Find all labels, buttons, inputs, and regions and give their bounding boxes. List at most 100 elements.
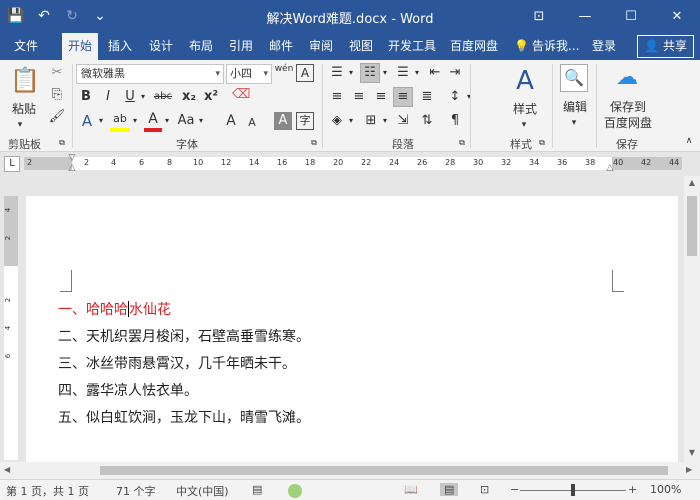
chevron-down-icon[interactable]: ▾ xyxy=(130,112,140,130)
maximize-button[interactable]: ☐ xyxy=(608,0,654,33)
horizontal-scrollbar[interactable]: ◀ ▶ xyxy=(0,462,700,479)
styles-icon[interactable]: A xyxy=(510,66,540,96)
font-name-select[interactable]: 微软雅黑 ▾ xyxy=(76,64,224,84)
format-painter-icon[interactable]: 🖌 xyxy=(48,108,66,126)
hanging-indent-marker[interactable]: △ xyxy=(67,163,77,173)
print-layout-icon[interactable]: ▤ xyxy=(440,483,459,496)
zoom-slider-thumb[interactable] xyxy=(571,484,575,496)
chevron-down-icon[interactable]: ▾ xyxy=(346,112,356,130)
line-spacing-icon[interactable]: ↕ xyxy=(446,88,464,106)
zoom-level[interactable]: 100% xyxy=(650,483,681,496)
phonetic-guide-icon[interactable]: wén xyxy=(274,64,294,74)
chevron-down-icon[interactable]: ▾ xyxy=(380,112,390,130)
tab-review[interactable]: 审阅 xyxy=(303,33,339,60)
styles-launcher-icon[interactable]: ⧉ xyxy=(536,134,548,152)
text-effects-button[interactable]: A xyxy=(78,112,96,130)
paste-dropdown-icon[interactable]: ▾ xyxy=(12,116,28,134)
superscript-button[interactable]: x² xyxy=(202,88,220,106)
page-count[interactable]: 第 1 页，共 1 页 xyxy=(6,483,89,499)
tab-home[interactable]: 开始 xyxy=(62,33,99,60)
chevron-down-icon[interactable]: ▾ xyxy=(138,88,148,106)
tab-insert[interactable]: 插入 xyxy=(102,33,138,60)
vertical-scrollbar[interactable]: ▲ ▼ xyxy=(684,176,700,462)
chevron-down-icon[interactable]: ▾ xyxy=(196,112,206,130)
tab-baidu-netdisk[interactable]: 百度网盘 xyxy=(444,33,504,60)
baidu-netdisk-icon[interactable]: ☁ xyxy=(612,64,642,92)
chevron-down-icon[interactable]: ▾ xyxy=(96,112,106,130)
decrease-indent-icon[interactable]: ⇤ xyxy=(426,64,444,82)
tell-me-box[interactable]: 告诉我... xyxy=(532,33,579,60)
paste-icon[interactable]: 📋 xyxy=(10,66,40,94)
web-layout-icon[interactable]: ⊡ xyxy=(480,483,489,496)
chevron-down-icon[interactable]: ▾ xyxy=(412,64,422,82)
paragraph-launcher-icon[interactable]: ⧉ xyxy=(456,134,468,152)
chevron-down-icon[interactable]: ▾ xyxy=(464,88,474,106)
borders-icon[interactable]: ⊞ xyxy=(362,112,380,130)
save-to-label-line2[interactable]: 百度网盘 xyxy=(600,114,656,131)
tab-selector-icon[interactable]: L xyxy=(4,156,20,172)
font-launcher-icon[interactable]: ⧉ xyxy=(308,134,320,152)
copy-icon[interactable]: ⎘ xyxy=(48,86,66,104)
subscript-button[interactable]: x₂ xyxy=(180,88,198,106)
paste-button[interactable]: 粘贴 xyxy=(8,100,40,117)
chevron-down-icon[interactable]: ▾ xyxy=(516,116,532,134)
shrink-font-button[interactable]: A xyxy=(244,114,260,132)
tab-file[interactable]: 文件 xyxy=(8,33,44,60)
document-line-1[interactable]: 一、哈哈哈水仙花 xyxy=(58,299,171,319)
clipboard-launcher-icon[interactable]: ⧉ xyxy=(56,134,68,152)
clear-formatting-icon[interactable]: ⌫ xyxy=(232,86,250,104)
tab-view[interactable]: 视图 xyxy=(343,33,379,60)
ribbon-display-options-button[interactable]: ⊡ xyxy=(516,0,562,33)
vertical-scroll-thumb[interactable] xyxy=(687,196,697,256)
minimize-button[interactable]: — xyxy=(562,0,608,33)
font-color-button[interactable]: A xyxy=(144,110,162,132)
align-left-icon[interactable]: ≡ xyxy=(328,88,346,106)
close-button[interactable]: ✕ xyxy=(654,0,700,33)
chevron-down-icon[interactable]: ▾ xyxy=(346,64,356,82)
font-size-select[interactable]: 小四 ▾ xyxy=(226,64,272,84)
grow-font-button[interactable]: A xyxy=(222,112,240,130)
character-border-icon[interactable]: A xyxy=(296,64,314,82)
cut-icon[interactable]: ✂ xyxy=(48,64,66,82)
right-indent-marker[interactable]: △ xyxy=(605,163,615,173)
search-icon[interactable]: 🔍 xyxy=(560,64,588,92)
ruler-track[interactable] xyxy=(24,157,682,170)
horizontal-scroll-thumb[interactable] xyxy=(100,466,668,475)
show-marks-icon[interactable]: ¶ xyxy=(446,112,464,130)
scroll-right-icon[interactable]: ▶ xyxy=(686,465,692,474)
read-mode-icon[interactable]: 📖 xyxy=(404,483,418,496)
first-line-indent-marker[interactable]: ▽ xyxy=(67,153,77,163)
bold-button[interactable]: B xyxy=(78,88,94,106)
document-page[interactable]: 一、哈哈哈水仙花 二、天机织罢月梭闲，石壁高垂雪练寒。 三、冰丝带雨悬霄汉，几千… xyxy=(26,196,678,462)
document-line-4[interactable]: 四、露华凉人怯衣单。 xyxy=(58,380,198,400)
shading-icon[interactable]: ◈ xyxy=(328,112,346,130)
justify-icon[interactable]: ≡ xyxy=(393,87,413,107)
italic-button[interactable]: I xyxy=(100,88,116,106)
save-to-label-line1[interactable]: 保存到 xyxy=(604,98,652,115)
zoom-out-button[interactable]: − xyxy=(510,483,519,496)
zoom-in-button[interactable]: + xyxy=(628,483,637,496)
highlight-button[interactable]: ab xyxy=(110,110,130,132)
multilevel-list-icon[interactable]: ☰ xyxy=(394,64,412,82)
document-line-3[interactable]: 三、冰丝带雨悬霄汉，几千年晒未干。 xyxy=(58,353,296,373)
chevron-down-icon[interactable]: ▾ xyxy=(566,114,582,132)
tab-mailings[interactable]: 邮件 xyxy=(263,33,299,60)
tab-references[interactable]: 引用 xyxy=(223,33,259,60)
word-count[interactable]: 71 个字 xyxy=(116,483,156,499)
share-button[interactable]: 👤 共享 xyxy=(637,35,694,58)
distributed-icon[interactable]: ≣ xyxy=(418,88,436,106)
align-right-icon[interactable]: ≡ xyxy=(372,88,390,106)
align-center-icon[interactable]: ≡ xyxy=(350,88,368,106)
document-line-5[interactable]: 五、似白虹饮涧，玉龙下山，晴雪飞滩。 xyxy=(58,407,310,427)
character-shading-icon[interactable]: A xyxy=(274,112,292,130)
bullets-icon[interactable]: ☰ xyxy=(328,64,346,82)
chinese-layout-icon[interactable]: ⇲ xyxy=(394,112,412,130)
sign-in-link[interactable]: 登录 xyxy=(592,33,616,60)
document-line-2[interactable]: 二、天机织罢月梭闲，石壁高垂雪练寒。 xyxy=(58,326,310,346)
styles-button[interactable]: 样式 xyxy=(508,100,542,117)
enclose-characters-icon[interactable]: 字 xyxy=(296,112,314,130)
scroll-up-icon[interactable]: ▲ xyxy=(684,178,700,190)
macro-recording-icon[interactable]: ▤ xyxy=(252,483,262,496)
scroll-left-icon[interactable]: ◀ xyxy=(4,465,10,474)
tab-developer[interactable]: 开发工具 xyxy=(382,33,442,60)
